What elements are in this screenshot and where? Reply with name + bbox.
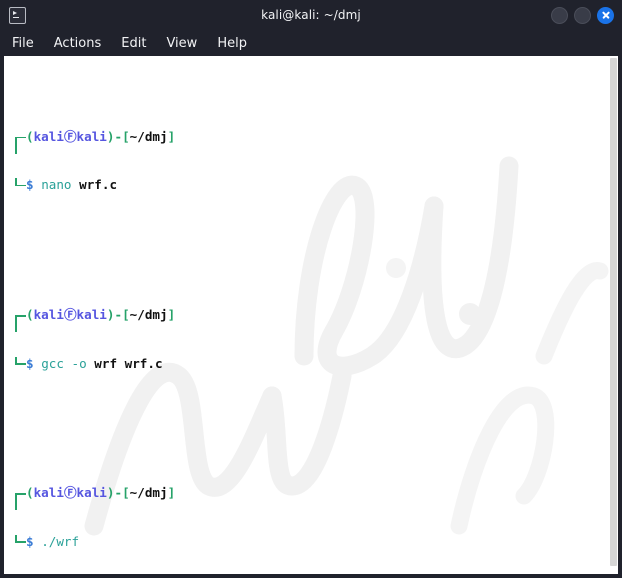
- prompt-user: kali: [33, 307, 64, 323]
- terminal-window: kali@kali: ~/dmj File Actions Edit View …: [0, 0, 622, 578]
- prompt-corner-icon: [15, 136, 26, 154]
- prompt-dash: -: [114, 128, 123, 144]
- menu-item-actions[interactable]: Actions: [54, 37, 102, 50]
- prompt-at-icon: Ⓕ: [63, 307, 77, 323]
- prompt-dollar: $: [26, 355, 34, 371]
- prompt-host: kali: [76, 128, 107, 144]
- prompt-corner-icon: [15, 356, 26, 365]
- prompt-line: (kaliⒻkali)-[~/dmj]: [15, 128, 618, 154]
- command-name: gcc: [41, 355, 64, 371]
- title-bar: kali@kali: ~/dmj: [0, 0, 622, 30]
- prompt-dash: -: [114, 485, 123, 501]
- prompt-paren-open: (: [26, 128, 34, 144]
- prompt-dollar: $: [26, 533, 34, 549]
- prompt-corner-icon: [15, 315, 26, 333]
- menu-bar: File Actions Edit View Help: [0, 30, 622, 56]
- window-controls: [551, 0, 614, 30]
- prompt-host: kali: [76, 307, 107, 323]
- scrollbar-thumb[interactable]: [610, 58, 617, 566]
- prompt-line: (kaliⒻkali)-[~/dmj]: [15, 485, 618, 511]
- terminal-area[interactable]: (kaliⒻkali)-[~/dmj] $ nano wrf.c (kaliⒻk…: [4, 56, 618, 574]
- prompt-path: ~/dmj: [129, 485, 168, 501]
- prompt-path: ~/dmj: [129, 128, 168, 144]
- close-icon[interactable]: [597, 6, 614, 24]
- minimize-button[interactable]: [551, 6, 568, 24]
- prompt-bracket-close: ]: [167, 128, 176, 144]
- prompt-corner-icon: [15, 178, 26, 187]
- command-line: $ nano wrf.c: [15, 177, 618, 193]
- menu-item-help[interactable]: Help: [217, 37, 247, 50]
- maximize-button[interactable]: [574, 6, 591, 24]
- command-flag: -o: [71, 355, 87, 371]
- prompt-paren-open: (: [26, 485, 34, 501]
- prompt-at-icon: Ⓕ: [63, 485, 77, 501]
- prompt-bracket-open: [: [122, 128, 130, 144]
- prompt-path: ~/dmj: [129, 307, 168, 323]
- prompt-paren-open: (: [26, 307, 34, 323]
- terminal-icon: [9, 6, 26, 24]
- prompt-corner-icon: [15, 534, 26, 543]
- menu-item-view[interactable]: View: [166, 37, 197, 50]
- window-title: kali@kali: ~/dmj: [261, 8, 361, 22]
- prompt-dollar: $: [26, 177, 34, 193]
- prompt-line: (kaliⒻkali)-[~/dmj]: [15, 307, 618, 333]
- prompt-dash: -: [114, 307, 123, 323]
- prompt-at-icon: Ⓕ: [63, 128, 77, 144]
- menu-item-edit[interactable]: Edit: [121, 37, 146, 50]
- terminal-screen[interactable]: (kaliⒻkali)-[~/dmj] $ nano wrf.c (kaliⒻk…: [4, 56, 618, 574]
- prompt-bracket-close: ]: [167, 485, 176, 501]
- command-name: nano: [41, 177, 72, 193]
- prompt-user: kali: [33, 485, 64, 501]
- prompt-host: kali: [76, 485, 107, 501]
- command-args: wrf wrf.c: [94, 355, 163, 371]
- prompt-user: kali: [33, 128, 64, 144]
- prompt-bracket-open: [: [122, 485, 130, 501]
- command-name: ./wrf: [41, 533, 80, 549]
- command-args: wrf.c: [79, 177, 118, 193]
- prompt-bracket-close: ]: [167, 307, 176, 323]
- prompt-corner-icon: [15, 493, 26, 511]
- scrollbar[interactable]: [609, 56, 618, 574]
- prompt-bracket-open: [: [122, 307, 130, 323]
- menu-item-file[interactable]: File: [12, 37, 34, 50]
- command-line: $ ./wrf: [15, 534, 618, 550]
- command-line: $ gcc -o wrf wrf.c: [15, 356, 618, 372]
